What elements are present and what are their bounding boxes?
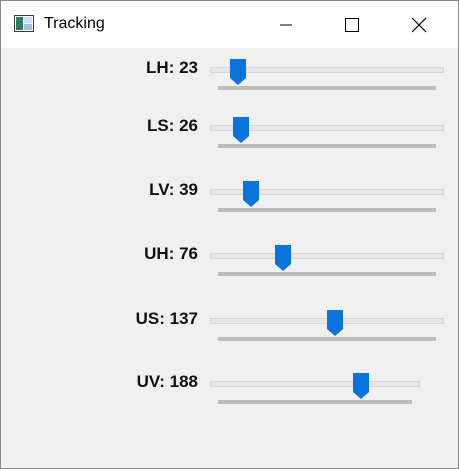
trackbar-thumb[interactable] (232, 116, 250, 144)
trackbar-label: LS: 26 (146, 116, 198, 135)
tracking-window: Tracking LH: 23 LS: 26 LV: 39 UH: 76 US: 137… (0, 0, 459, 469)
trackbar-thumb[interactable] (229, 58, 247, 86)
trackbar-baseline (218, 272, 436, 276)
trackbar-label: US: 137 (135, 309, 198, 328)
trackbar-baseline (218, 144, 436, 148)
trackbar-thumb[interactable] (274, 244, 292, 272)
trackbar-label: UV: 188 (136, 372, 198, 391)
trackbar-channel[interactable] (210, 253, 444, 259)
close-button[interactable] (390, 1, 448, 48)
trackbar-channel[interactable] (210, 381, 420, 387)
trackbar-row-uh: UH: 76 (1, 242, 458, 302)
trackbar-row-lh: LH: 23 (1, 56, 458, 116)
window-title: Tracking (44, 15, 105, 32)
trackbar-thumb[interactable] (352, 372, 370, 400)
trackbar-thumb[interactable] (242, 180, 260, 208)
trackbar-row-uv: UV: 188 (1, 370, 458, 430)
minimize-icon (280, 24, 292, 25)
trackbar-row-us: US: 137 (1, 307, 458, 367)
app-icon (14, 15, 34, 32)
maximize-icon (345, 17, 359, 32)
trackbar-row-lv: LV: 39 (1, 178, 458, 238)
trackbar-label: UH: 76 (144, 244, 198, 263)
maximize-button[interactable] (323, 1, 381, 48)
close-icon (411, 17, 427, 32)
trackbar-baseline (218, 208, 436, 212)
trackbar-baseline (218, 86, 436, 90)
trackbar-thumb[interactable] (326, 309, 344, 337)
trackbar-label: LV: 39 (149, 180, 198, 199)
trackbar-row-ls: LS: 26 (1, 114, 458, 174)
minimize-button[interactable] (257, 1, 315, 48)
trackbar-baseline (218, 337, 436, 341)
title-bar[interactable]: Tracking (1, 1, 458, 48)
trackbar-label: LH: 23 (146, 58, 198, 77)
trackbar-baseline (218, 400, 412, 404)
